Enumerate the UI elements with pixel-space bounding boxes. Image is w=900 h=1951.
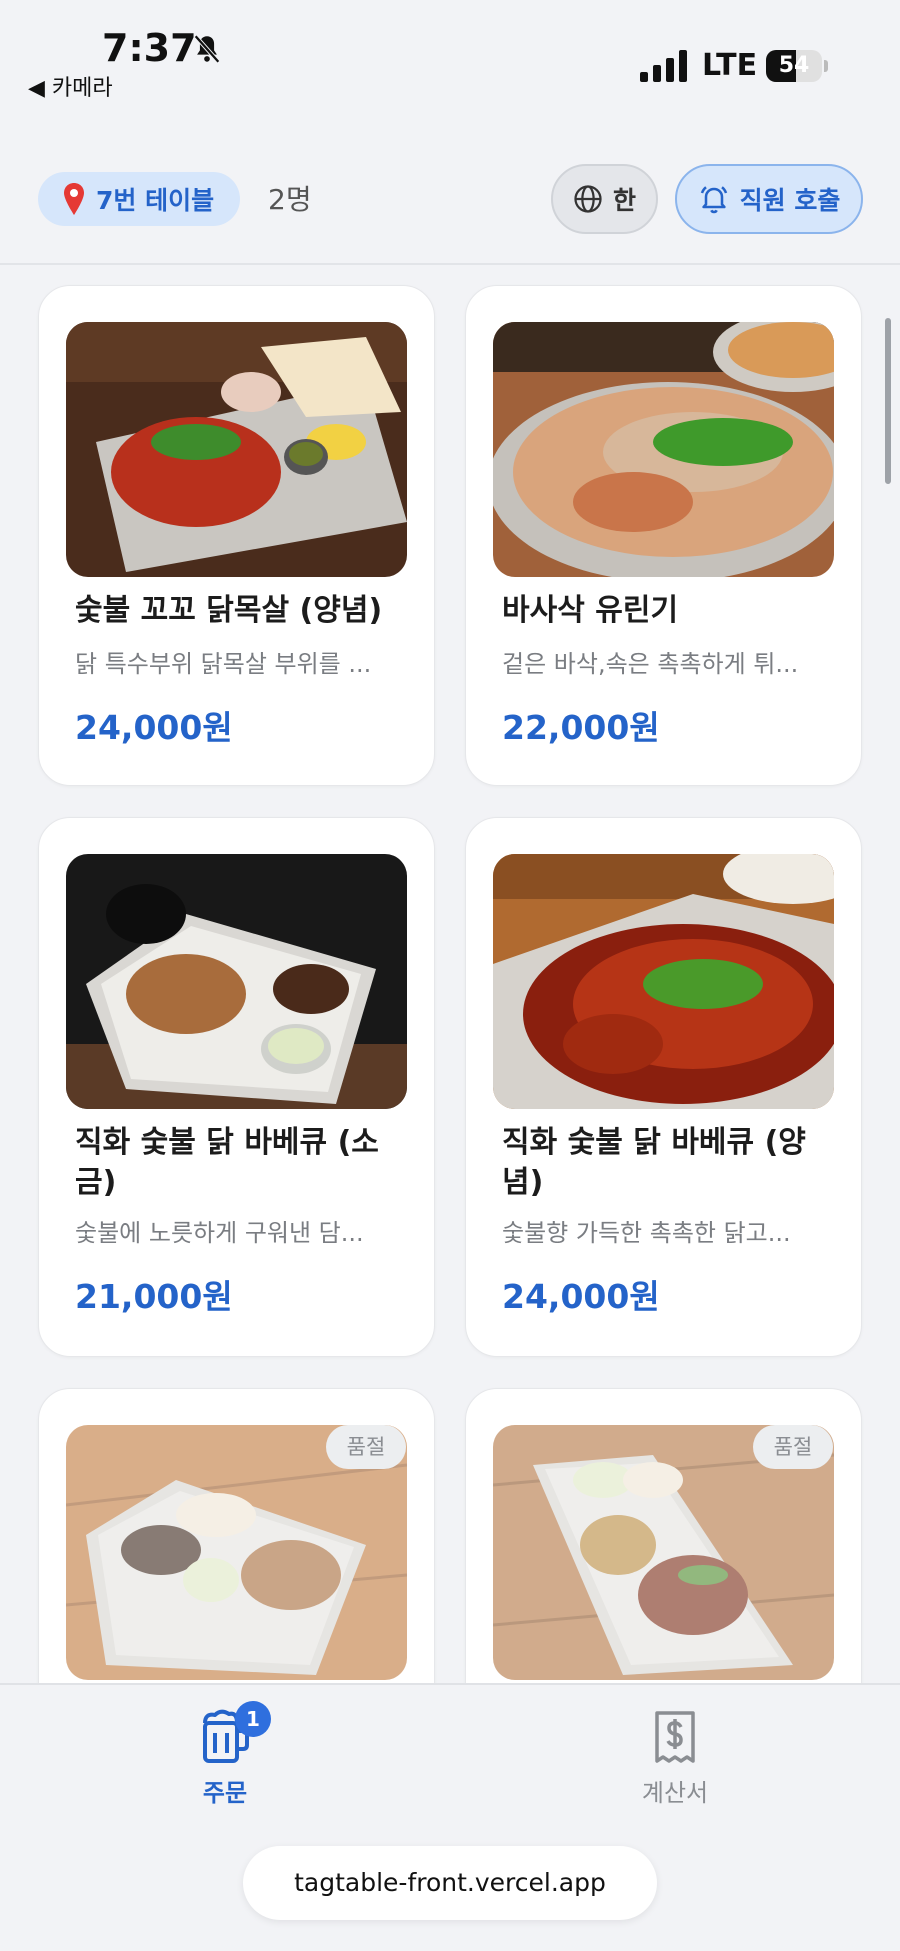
menu-item-image — [493, 854, 834, 1109]
browser-url-bar[interactable]: tagtable-front.vercel.app — [243, 1846, 657, 1920]
menu-item-name: 직화 숯불 닭 바베큐 (소금) — [75, 1125, 379, 1200]
nav-label-order: 주문 — [202, 1779, 248, 1807]
order-count-badge: 1 — [235, 1701, 271, 1737]
nav-label-bill: 계산서 — [641, 1779, 709, 1807]
menu-item-name: 바사삭 유린기 — [502, 593, 679, 628]
menu-card[interactable]: 직화 숯불 닭 바베큐 (양념) 숯불향 가득한 촉촉한 닭고... 24,00… — [465, 817, 862, 1357]
language-label: 한 — [612, 186, 636, 215]
menu-card[interactable]: 직화 숯불 닭 바베큐 (소금) 숯불에 노릇하게 구워낸 담... 21,00… — [38, 817, 435, 1357]
menu-item-price: 22,000원 — [502, 708, 660, 747]
table-badge: 7번 테이블 — [38, 172, 241, 226]
battery-level: 54 — [778, 53, 810, 78]
menu-item-description: 겉은 바삭,속은 촉촉하게 튀... — [502, 650, 799, 678]
scrollbar-thumb[interactable] — [885, 318, 891, 484]
soldout-badge: 품절 — [326, 1425, 406, 1469]
menu-item-image — [493, 322, 834, 577]
menu-card[interactable]: 바사삭 유린기 겉은 바삭,속은 촉촉하게 튀... 22,000원 — [465, 285, 862, 786]
header: 7번 테이블 2명 한 직원 호출 — [0, 110, 900, 265]
bell-icon — [700, 186, 727, 214]
menu-item-description: 닭 특수부위 닭목살 부위를 ... — [75, 650, 372, 678]
soldout-badge: 품절 — [753, 1425, 833, 1469]
signal-icon — [640, 50, 687, 82]
menu-item-price: 24,000원 — [75, 708, 233, 747]
menu-item-description: 숯불향 가득한 촉촉한 닭고... — [502, 1219, 791, 1247]
bell-off-icon — [194, 34, 220, 64]
menu-card[interactable]: 숯불 꼬꼬 닭목살 (양념) 닭 특수부위 닭목살 부위를 ... 24,000… — [38, 285, 435, 786]
back-to-app-link[interactable]: ◀ 카메라 — [28, 70, 113, 102]
menu-item-description: 숯불에 노릇하게 구워낸 담... — [75, 1219, 364, 1247]
menu-item-image — [66, 854, 407, 1109]
nav-tab-order[interactable]: 1 주문 — [165, 1701, 285, 1808]
menu-item-price: 21,000원 — [75, 1277, 233, 1316]
call-staff-button[interactable]: 직원 호출 — [675, 164, 863, 234]
globe-icon — [574, 185, 602, 213]
location-pin-icon — [64, 183, 84, 215]
receipt-icon — [655, 1711, 695, 1763]
status-bar: 7:37 ◀ 카메라 LTE 54 — [0, 0, 900, 110]
menu-item-image — [66, 322, 407, 577]
battery-icon: 54 — [766, 50, 828, 82]
network-type: LTE — [702, 48, 758, 83]
menu-item-price: 24,000원 — [502, 1277, 660, 1316]
menu-item-name: 숯불 꼬꼬 닭목살 (양념) — [75, 593, 383, 628]
call-staff-label: 직원 호출 — [739, 186, 841, 215]
nav-tab-bill[interactable]: 계산서 — [615, 1709, 735, 1808]
status-time: 7:37 — [102, 26, 197, 70]
table-number: 7번 테이블 — [96, 186, 215, 215]
language-button[interactable]: 한 — [551, 164, 658, 234]
menu-item-name: 직화 숯불 닭 바베큐 (양념) — [502, 1125, 806, 1200]
guest-count: 2명 — [268, 183, 312, 216]
